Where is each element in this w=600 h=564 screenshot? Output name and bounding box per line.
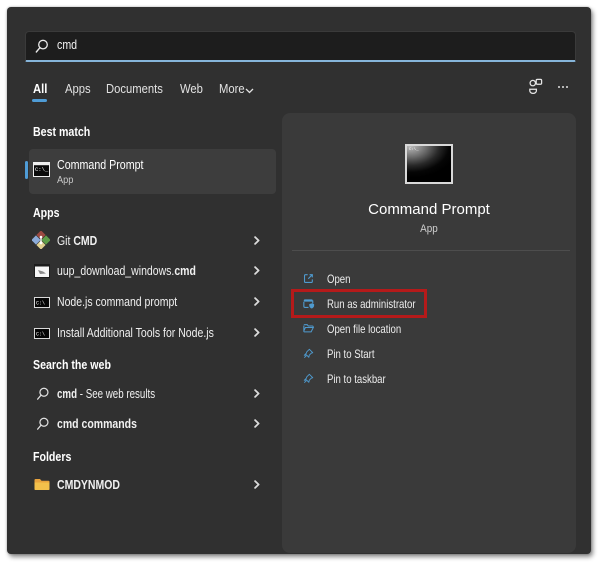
svg-text:C:\: C:\ <box>36 301 45 307</box>
svg-text:C:\: C:\ <box>36 332 45 338</box>
svg-text:C:\_: C:\_ <box>35 166 49 173</box>
